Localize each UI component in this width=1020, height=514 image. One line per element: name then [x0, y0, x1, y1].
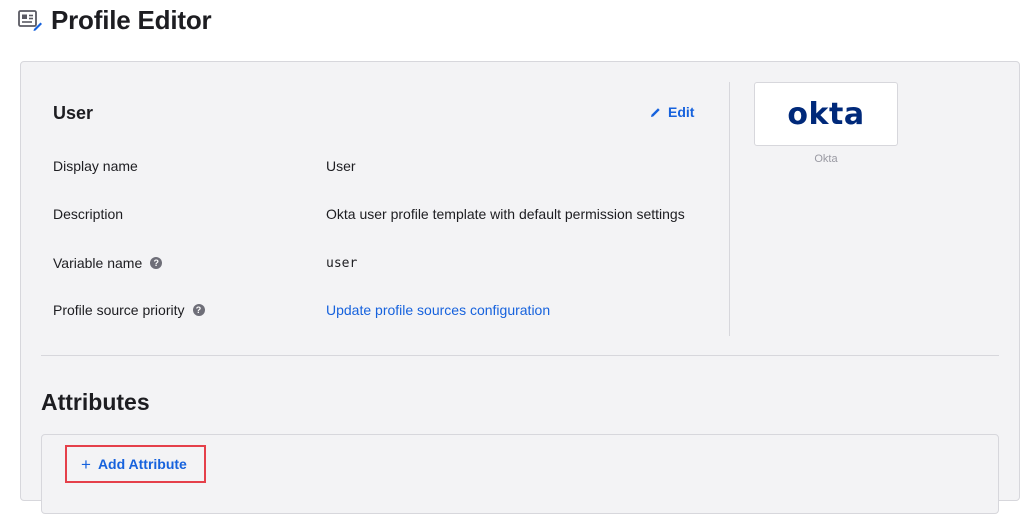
row-display-name: Display name User [53, 158, 356, 174]
help-icon[interactable]: ? [150, 257, 163, 269]
card-title: User [53, 103, 94, 123]
edit-label: Edit [668, 104, 695, 120]
attributes-heading: Attributes [41, 389, 150, 415]
help-icon[interactable]: ? [192, 304, 205, 316]
row-profile-source-priority: Profile source priority ? Update profile… [53, 302, 550, 318]
okta-logo: okta [787, 96, 865, 132]
variable-name-label: Variable name [53, 255, 143, 271]
edit-button[interactable]: Edit [650, 104, 694, 120]
plus-icon: + [81, 454, 91, 474]
description-value: Okta user profile template with default … [326, 206, 685, 222]
profile-panel: User Edit Display name User Description … [20, 61, 1020, 514]
logo-caption: Okta [814, 153, 838, 165]
app-logo: okta [754, 82, 898, 146]
row-variable-name: Variable name ? user [53, 255, 357, 271]
horizontal-divider [41, 355, 999, 356]
display-name-label: Display name [53, 158, 138, 174]
add-attribute-label: Add Attribute [97, 456, 187, 472]
vertical-divider [729, 82, 730, 336]
add-attribute-button[interactable]: + Add Attribute [65, 445, 206, 483]
page-header: Profile Editor [18, 4, 212, 36]
attributes-section: + Add Attribute [41, 434, 999, 514]
profile-source-priority-label: Profile source priority [53, 302, 185, 318]
page-title: Profile Editor [51, 4, 212, 35]
row-description: Description Okta user profile template w… [53, 206, 685, 222]
variable-name-value: user [326, 255, 358, 271]
update-profile-sources-link[interactable]: Update profile sources configuration [326, 302, 550, 318]
profile-card-edit-icon [18, 7, 44, 33]
display-name-value: User [326, 158, 356, 174]
description-label: Description [53, 206, 124, 222]
pencil-icon [651, 107, 660, 117]
